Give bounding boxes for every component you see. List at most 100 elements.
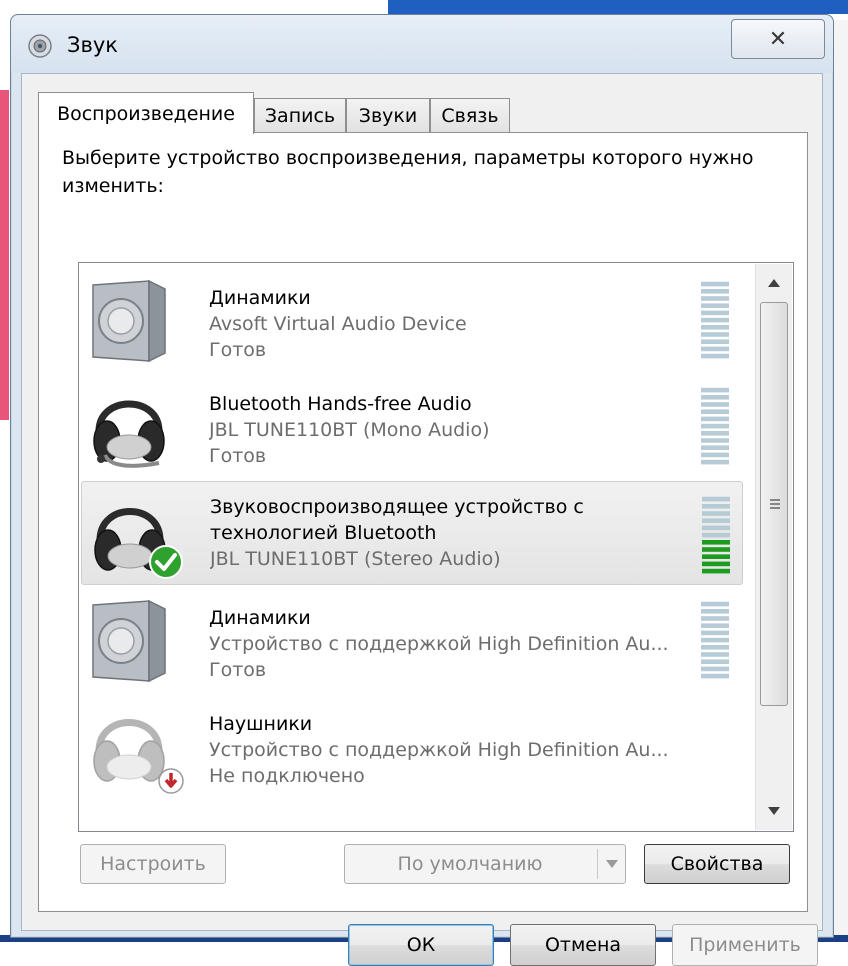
volume-meter [701,281,729,359]
tab-label: Звуки [358,104,418,127]
meter-segment [702,554,730,559]
meter-segment [701,416,729,422]
meter-segment [701,296,729,301]
meter-segment [701,623,729,628]
close-button[interactable]: ✕ [731,19,825,59]
device-name: Динамики [209,607,311,629]
list-item-device[interactable]: Динамики Устройство с поддержкой High De… [81,587,743,691]
meter-segment [701,303,729,308]
tab-label: Связь [441,104,499,127]
sound-dialog: Звук ✕ Воспроизведение Запись Звуки Связ… [10,14,834,966]
meter-segment [701,609,729,614]
meter-segment [701,630,729,636]
meter-segment [701,637,729,643]
taskbar-strip-top [388,0,848,14]
meter-segment [701,645,729,650]
device-list[interactable]: Динамики Avsoft Virtual Audio Device Гот… [78,262,794,832]
device-description: Устройство с поддержкой High Definition … [209,739,669,761]
device-name: Динамики [209,287,311,309]
arrow-up-icon [768,279,780,287]
cancel-button[interactable]: Отмена [510,924,656,966]
meter-segment [701,402,729,407]
meter-segment [701,289,729,294]
meter-segment [702,518,730,523]
meter-segment [701,346,729,352]
meter-segment [701,281,729,287]
speaker-icon [92,599,166,683]
device-name: Bluetooth Hands-free Audio [209,393,472,415]
meter-segment [702,540,730,545]
meter-segment [702,568,730,574]
list-item-device[interactable]: Наушники Устройство с поддержкой High De… [81,693,743,797]
meter-segment [702,504,730,509]
tab-communications[interactable]: Связь [430,98,510,132]
default-device-check-icon [149,545,183,579]
apply-button[interactable]: Применить [672,924,818,966]
meter-segment [701,310,729,316]
list-item-device-selected[interactable]: Звуковоспроизводящее устройство с технол… [81,481,743,585]
chevron-down-icon[interactable] [599,845,625,883]
set-default-button[interactable]: По умолчанию [344,844,626,884]
meter-segment [702,532,730,538]
list-item-device[interactable]: Bluetooth Hands-free Audio JBL TUNE110BT… [81,373,743,477]
meter-segment [701,438,729,443]
set-default-label: По умолчанию [397,853,543,875]
meter-segment [702,561,730,567]
desktop-wallpaper-edge [0,90,9,420]
grip-icon [770,499,780,509]
tab-sounds[interactable]: Звуки [346,98,430,132]
meter-segment [701,325,729,330]
tab-playback[interactable]: Воспроизведение [38,92,254,134]
meter-segment [701,332,729,337]
close-icon: ✕ [768,26,788,52]
meter-segment [701,423,729,429]
arrow-down-icon [768,807,780,815]
meter-segment [701,673,729,679]
meter-segment [702,547,730,552]
volume-meter [701,601,729,679]
dialog-client-area: Воспроизведение Запись Звуки Связь Выбер… [21,73,823,966]
device-description: Устройство с поддержкой High Definition … [209,633,669,655]
meter-segment [702,496,730,502]
ok-button[interactable]: ОК [348,924,494,966]
vertical-scrollbar[interactable] [755,264,792,830]
meter-segment [701,616,729,621]
window-title: Звук [67,33,118,57]
meter-segment [702,525,730,531]
meter-segment [701,353,729,359]
disconnected-arrow-icon [158,768,184,794]
device-name: Звуковоспроизводящее устройство с [210,496,584,518]
meter-segment [701,601,729,607]
device-status: Готов [209,445,267,467]
volume-meter-active [702,496,730,574]
meter-segment [701,452,729,458]
device-name: Наушники [209,713,313,735]
scroll-down-button[interactable] [758,794,790,828]
configure-button[interactable]: Настроить [80,844,226,884]
scroll-thumb[interactable] [760,302,788,706]
split-button-separator [597,849,598,879]
properties-button[interactable]: Свойства [644,844,790,884]
speaker-app-icon [28,34,52,58]
speaker-icon [92,279,166,363]
desktop-background-right [832,20,848,942]
meter-segment [701,652,729,657]
device-status: Не подключено [209,765,365,787]
meter-segment [701,317,729,323]
device-description: JBL TUNE110BT (Mono Audio) [209,419,490,441]
tab-recording[interactable]: Запись [254,98,346,132]
device-description: Avsoft Virtual Audio Device [209,313,467,335]
meter-segment [702,511,730,516]
device-description: JBL TUNE110BT (Stereo Audio) [210,548,501,570]
meter-segment [701,395,729,400]
title-bar[interactable]: Звук ✕ [11,15,833,73]
list-item-device[interactable]: Динамики Avsoft Virtual Audio Device Гот… [81,267,743,371]
meter-segment [701,659,729,664]
meter-segment [701,459,729,465]
device-name-line2: технологией Bluetooth [210,522,437,544]
device-status: Готов [209,659,267,681]
scroll-up-button[interactable] [758,266,790,300]
tab-label: Воспроизведение [57,102,235,125]
instruction-text: Выберите устройство воспроизведения, пар… [62,147,754,197]
meter-segment [701,339,729,344]
